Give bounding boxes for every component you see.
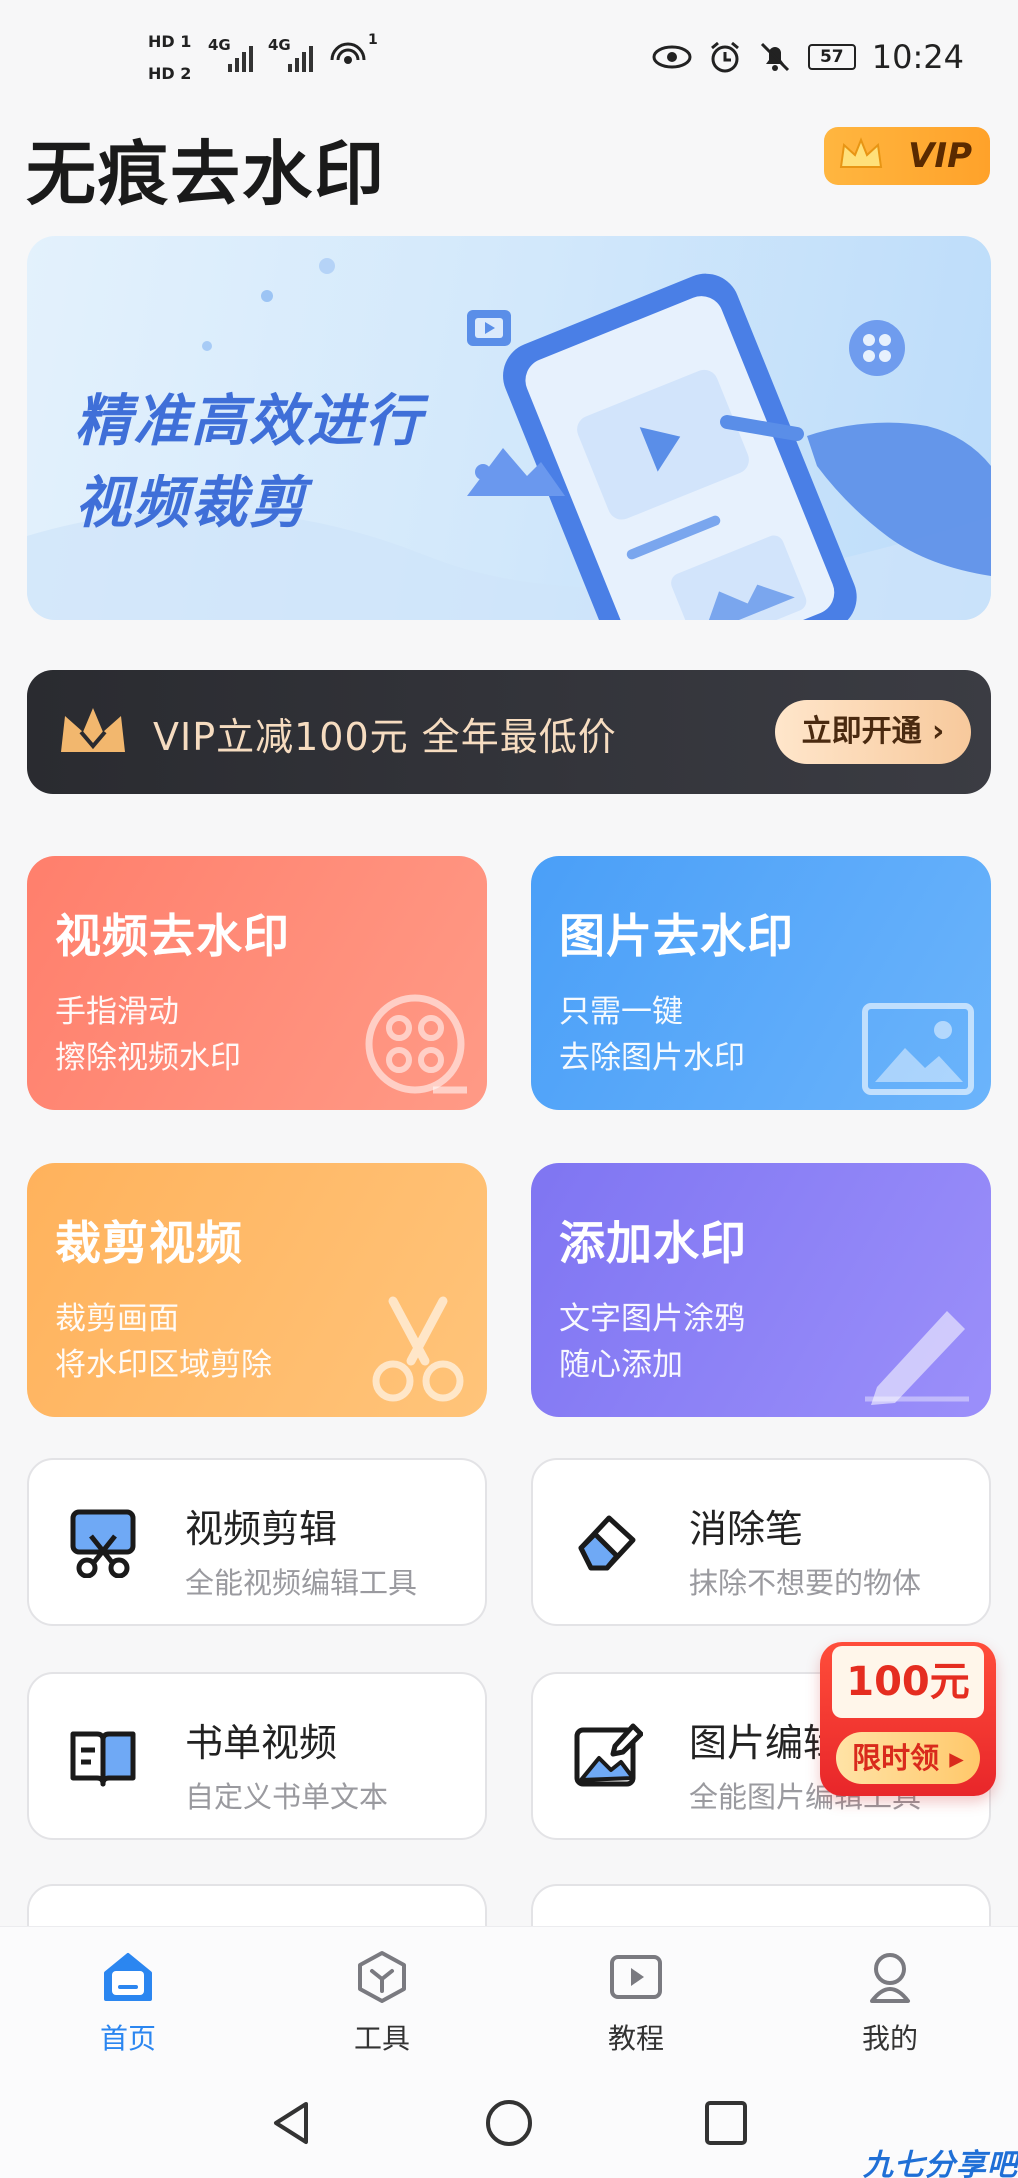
tab-tutorial[interactable]: 教程 [566, 1947, 706, 2057]
tool-desc: 自定义书单文本 [185, 1780, 389, 1814]
feature-crop-video-card[interactable]: 裁剪视频 裁剪画面 将水印区域剪除 [27, 1163, 487, 1417]
pencil-icon [865, 1311, 969, 1405]
coupon-claim-button[interactable]: 限时领 ▸ [836, 1732, 980, 1784]
picture-icon [862, 1003, 974, 1095]
alarm-icon [710, 41, 739, 73]
signal-icon [228, 40, 253, 72]
watermark-text: 九七分享吧 [863, 2148, 1018, 2178]
play-icon [610, 1955, 662, 1999]
tool-title: 书单视频 [185, 1721, 338, 1765]
sim1-indicator: HD 1 [148, 32, 192, 51]
tool-title: 视频剪辑 [185, 1507, 338, 1551]
hotspot-count: 1 [368, 32, 378, 48]
recents-icon[interactable] [702, 2098, 750, 2148]
tab-label: 教程 [607, 2022, 664, 2055]
open-vip-label: 立即开通 [801, 714, 922, 749]
vip-promo-strip[interactable]: VIP立减100元 全年最低价 立即开通 › [27, 670, 991, 794]
hotspot-icon [330, 42, 366, 64]
eraser-icon [578, 1515, 636, 1571]
tool-title: 消除笔 [689, 1507, 804, 1551]
tool-desc: 抹除不想要的物体 [689, 1566, 922, 1600]
scissors-icon [372, 1296, 464, 1402]
feature-image-watermark-card[interactable]: 图片去水印 只需一键 去除图片水印 [531, 856, 991, 1110]
status-bar: HD 1 HD 2 4G 4G 1 57 10:24 [0, 0, 1018, 110]
tab-tools[interactable]: 工具 [312, 1947, 452, 2057]
back-icon[interactable] [268, 2098, 314, 2148]
bottom-nav: 首页 工具 教程 我的 [0, 1926, 1018, 2068]
crown-icon [839, 137, 883, 168]
sim2-indicator: HD 2 [148, 64, 192, 83]
signal-icon [288, 40, 313, 72]
book-icon [70, 1731, 136, 1787]
battery-icon: 57 [807, 44, 856, 70]
tab-label: 首页 [99, 2022, 156, 2055]
banner-headline: 精准高效进行 [75, 389, 423, 454]
tab-label: 工具 [353, 2022, 410, 2055]
tab-label: 我的 [861, 2022, 918, 2055]
page-title: 无痕去水印 [26, 133, 386, 215]
coupon-amount: 100元 [832, 1646, 984, 1718]
home-icon [104, 1953, 152, 2001]
feature-add-watermark-card[interactable]: 添加水印 文字图片涂鸦 随心添加 [531, 1163, 991, 1417]
coupon-claim-label: 限时领 [852, 1741, 940, 1775]
coupon-float-button[interactable]: 100元 限时领 ▸ [820, 1632, 996, 1796]
vip-label: VIP [908, 136, 972, 176]
tool-booklist-video[interactable]: 书单视频 自定义书单文本 [27, 1672, 487, 1840]
open-vip-button[interactable]: 立即开通 › [775, 700, 971, 764]
vip-button[interactable]: VIP [824, 127, 990, 185]
tab-profile[interactable]: 我的 [820, 1947, 960, 2057]
banner-subheadline: 视频裁剪 [75, 471, 307, 536]
card-title: 添加水印 [559, 1216, 747, 1270]
card-desc: 将水印区域剪除 [55, 1347, 272, 1383]
image-edit-icon [574, 1723, 643, 1787]
vip-promo-text: VIP立减100元 全年最低价 [153, 715, 617, 759]
tool-eraser[interactable]: 消除笔 抹除不想要的物体 [531, 1458, 991, 1626]
card-title: 图片去水印 [559, 909, 794, 963]
card-desc: 手指滑动 [55, 994, 179, 1030]
crown-icon [61, 708, 125, 752]
tool-video-edit[interactable]: 视频剪辑 全能视频编辑工具 [27, 1458, 487, 1626]
card-desc: 文字图片涂鸦 [559, 1301, 745, 1337]
promo-banner[interactable]: 精准高效进行 视频裁剪 [27, 236, 991, 620]
eye-icon [652, 45, 692, 69]
film-reel-icon [365, 994, 467, 1094]
video-cut-icon [70, 1509, 136, 1578]
card-desc: 擦除视频水印 [55, 1040, 241, 1076]
tool-desc: 全能视频编辑工具 [185, 1566, 418, 1600]
card-title: 裁剪视频 [55, 1216, 243, 1270]
card-desc: 只需一键 [559, 994, 683, 1030]
card-desc: 裁剪画面 [55, 1301, 179, 1337]
feature-video-watermark-card[interactable]: 视频去水印 手指滑动 擦除视频水印 [27, 856, 487, 1110]
cube-icon [358, 1951, 406, 2003]
card-title: 视频去水印 [55, 909, 290, 963]
home-circle-icon[interactable] [484, 2098, 534, 2148]
profile-icon [870, 1953, 910, 2003]
tab-home[interactable]: 首页 [58, 1947, 198, 2057]
clock: 10:24 [871, 38, 964, 76]
card-desc: 去除图片水印 [559, 1040, 745, 1076]
tool-title: 图片编辑 [689, 1721, 842, 1765]
mute-bell-icon [760, 42, 789, 72]
card-desc: 随心添加 [559, 1347, 683, 1383]
